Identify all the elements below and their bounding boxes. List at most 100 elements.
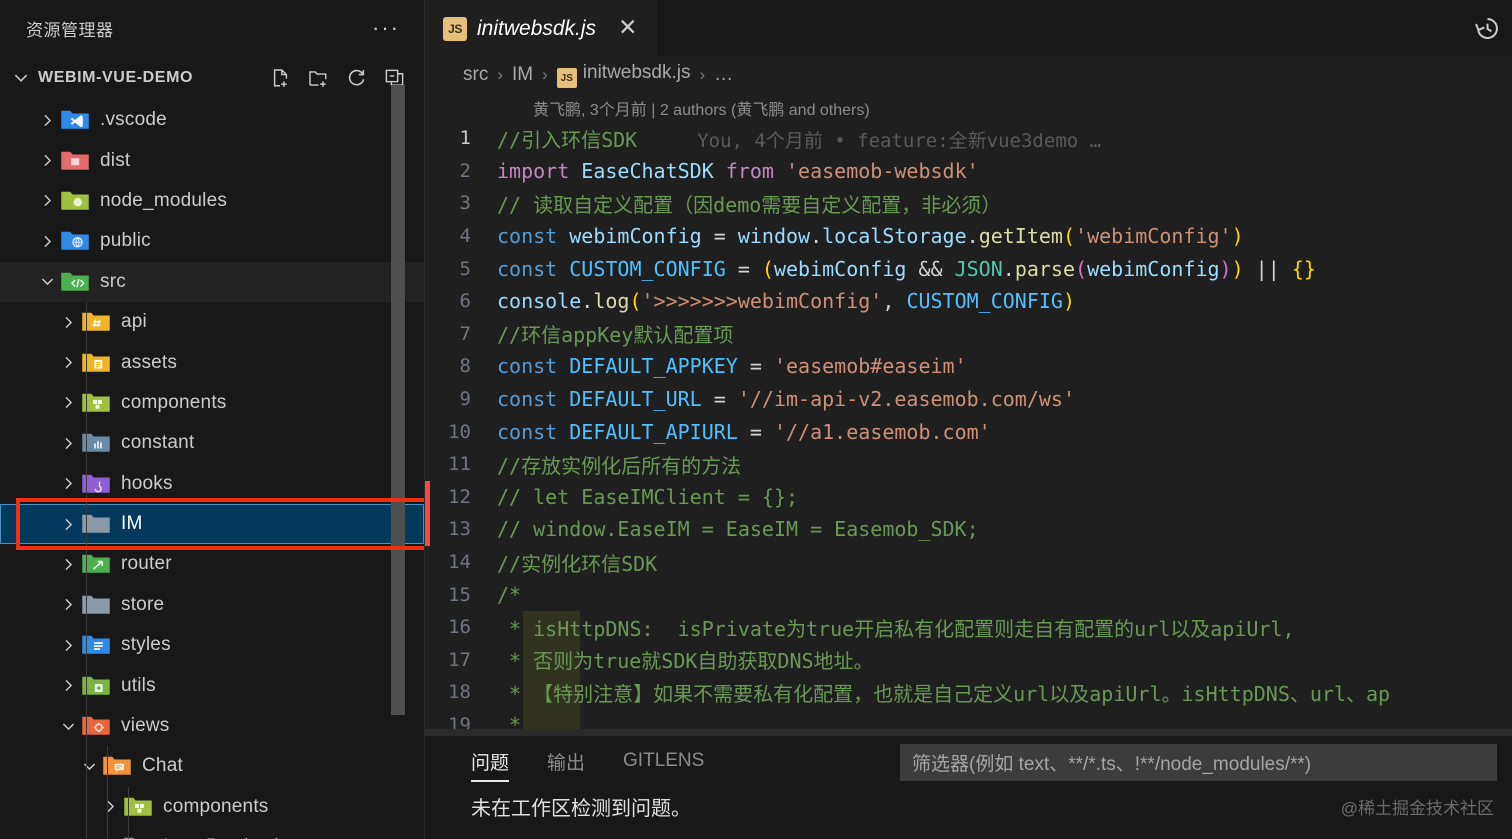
code-line[interactable]: 1 //引入环信SDK You, 4个月前 • feature:全新vue3demo… — [425, 122, 1512, 155]
tree-item-constant[interactable]: constant — [0, 423, 424, 464]
close-icon[interactable]: ✕ — [614, 17, 641, 40]
chevron-right-icon[interactable] — [55, 551, 81, 577]
tree-item-content: dist — [0, 148, 130, 174]
tree-item-content: utils — [0, 673, 156, 699]
code-token: CUSTOM_CONFIG — [569, 256, 738, 281]
chevron-right-icon[interactable] — [55, 390, 81, 416]
code-line-text: const DEFAULT_APPKEY = 'easemob#easeim' — [497, 354, 1512, 378]
code-line[interactable]: 17 * 否则为true就SDK自助获取DNS地址。 — [425, 643, 1512, 677]
history-icon[interactable] — [1470, 11, 1504, 45]
chevron-down-icon[interactable] — [97, 834, 123, 839]
tree-item-assets[interactable]: assets — [0, 342, 424, 383]
tree-item-label: utils — [121, 674, 156, 696]
breadcrumb-item-initwebsdk-js[interactable]: JS initwebsdk.js — [556, 62, 691, 89]
explorer-more-actions-button[interactable]: ··· — [368, 17, 404, 39]
chevron-right-icon[interactable] — [55, 350, 81, 376]
line-number: 18 — [448, 681, 471, 704]
tree-item-hooks[interactable]: hooks — [0, 463, 424, 504]
code-line[interactable]: 9 const DEFAULT_URL = '//im-api-v2.easemo… — [425, 383, 1512, 416]
tree-item-views[interactable]: views — [0, 705, 424, 747]
tree-item-content: api — [0, 309, 147, 335]
tree-item-vscode[interactable]: .vscode — [0, 100, 424, 140]
code-token: 'webimConfig' — [1075, 224, 1232, 249]
tree-item-components[interactable]: components — [0, 382, 424, 424]
chevron-right-icon[interactable] — [55, 430, 81, 456]
line-number: 4 — [459, 225, 471, 248]
workspace-root-label: WEBIM-VUE-DEMO — [38, 69, 194, 86]
tree-item-components[interactable]: components — [0, 786, 424, 828]
file-tree[interactable]: .vscode dist node_modules public src api… — [0, 100, 424, 839]
tree-item-router[interactable]: router — [0, 544, 424, 585]
code-line[interactable]: 2 import EaseChatSDK from 'easemob-websdk… — [425, 155, 1512, 188]
code-line[interactable]: 3 // 读取自定义配置（因demo需要自定义配置，非必须） — [425, 187, 1512, 220]
chevron-right-icon[interactable] — [34, 228, 60, 254]
chevron-right-icon[interactable] — [55, 471, 81, 497]
code-line[interactable]: 11 //存放实例化后所有的方法 — [425, 448, 1512, 481]
panel-tab-problems[interactable]: 问题 — [471, 736, 510, 786]
workspace-root-row[interactable]: WEBIM-VUE-DEMO — [0, 56, 424, 100]
code-line[interactable]: 12 // let EaseIMClient = {}; — [425, 480, 1512, 514]
code-line[interactable]: 6 console.log('>>>>>>>webimConfig', CUSTO… — [425, 285, 1512, 318]
tree-item-src[interactable]: src — [0, 261, 424, 302]
line-number: 3 — [459, 192, 471, 215]
code-line[interactable]: 7 //环信appKey默认配置项 — [425, 318, 1512, 351]
indent-guide — [86, 301, 87, 343]
indent-guide — [86, 827, 87, 839]
breadcrumb-item-[interactable]: … — [714, 64, 733, 86]
code-line[interactable]: 8 const DEFAULT_APPKEY = 'easemob#easeim' — [425, 350, 1512, 383]
chevron-right-icon[interactable] — [55, 632, 81, 658]
code-line[interactable]: 10 const DEFAULT_APIURL = '//a1.easemob.c… — [425, 415, 1512, 448]
breadcrumb[interactable]: src › IM › JS initwebsdk.js ›… — [425, 56, 1512, 94]
chevron-right-icon[interactable] — [34, 188, 60, 214]
indent-guide — [128, 827, 129, 839]
editor-tab-initwebsdk[interactable]: JS initwebsdk.js ✕ — [425, 0, 658, 56]
tree-item-dist[interactable]: dist — [0, 140, 424, 180]
refresh-icon[interactable] — [344, 66, 368, 90]
tree-item-store[interactable]: store — [0, 584, 424, 626]
chevron-right-icon[interactable] — [55, 511, 81, 537]
tree-item-chat[interactable]: Chat — [0, 746, 424, 787]
code-token: ) — [1062, 289, 1076, 314]
tree-item-node-modules[interactable]: node_modules — [0, 181, 424, 221]
code-line[interactable]: 18 * 【特别注意】如果不需要私有化配置，也就是自己定义url以及apiUrl… — [425, 676, 1512, 709]
problems-filter-input[interactable]: 筛选器(例如 text、**/*.ts、!**/node_modules/**) — [900, 744, 1497, 781]
chevron-right-icon[interactable] — [55, 309, 81, 335]
tree-item-styles[interactable]: styles — [0, 625, 424, 666]
tree-item-im[interactable]: IM — [0, 503, 424, 545]
tree-item-inputbar-euit[interactable]: InputBar / euit — [0, 827, 424, 839]
tree-item-utils[interactable]: utils — [0, 665, 424, 706]
code-lines[interactable]: 1 //引入环信SDK You, 4个月前 • feature:全新vue3demo… — [425, 122, 1512, 735]
chevron-down-icon[interactable] — [34, 269, 60, 295]
inline-git-blame[interactable]: You, 4个月前 • feature:全新vue3demo … — [697, 130, 1101, 152]
sidebar-scrollbar[interactable] — [391, 85, 405, 715]
breadcrumb-item-im[interactable]: IM — [512, 64, 533, 86]
chevron-down-icon[interactable] — [76, 753, 102, 779]
code-token: //引入环信SDK — [497, 127, 638, 152]
tree-item-public[interactable]: public — [0, 221, 424, 261]
code-line[interactable]: 5 const CUSTOM_CONFIG = (webimConfig && J… — [425, 252, 1512, 285]
chevron-down-icon[interactable] — [55, 713, 81, 739]
chevron-right-icon[interactable] — [97, 794, 123, 820]
code-line[interactable]: 14 //实例化环信SDK — [425, 546, 1512, 579]
chevron-right-icon[interactable] — [55, 592, 81, 618]
new-folder-icon[interactable] — [306, 66, 330, 90]
chevron-right-icon[interactable] — [34, 148, 60, 174]
code-line[interactable]: 13 // window.EaseIM = EaseIM = Easemob_SD… — [425, 513, 1512, 546]
code-line[interactable]: 4 const webimConfig = window.localStorage… — [425, 220, 1512, 253]
code-line[interactable]: 15 /* — [425, 578, 1512, 611]
breadcrumb-item-src[interactable]: src — [463, 64, 488, 86]
explorer-title: 资源管理器 — [26, 20, 114, 40]
panel-tab-output[interactable]: 输出 — [547, 736, 585, 786]
code-token: import — [497, 158, 582, 183]
panel-tab-gitlens[interactable]: GITLENS — [623, 736, 704, 786]
chevron-right-icon[interactable] — [55, 673, 81, 699]
new-file-icon[interactable] — [268, 66, 292, 90]
code-line[interactable]: 16 * isHttpDNS: isPrivate为true开启私有化配置则走自… — [425, 610, 1512, 644]
editor-area: JS initwebsdk.js ✕ src › IM › JS initwebsdk.j… — [425, 0, 1512, 839]
code-token: CUSTOM_CONFIG — [906, 289, 1063, 314]
code-editor[interactable]: 黄飞鹏, 3个月前 | 2 authors (黄飞鹏 and others) 1… — [425, 94, 1512, 735]
tree-item-api[interactable]: api — [0, 301, 424, 343]
chevron-right-icon[interactable] — [34, 107, 60, 133]
chevron-down-icon[interactable] — [8, 65, 34, 91]
line-number: 17 — [448, 648, 471, 671]
